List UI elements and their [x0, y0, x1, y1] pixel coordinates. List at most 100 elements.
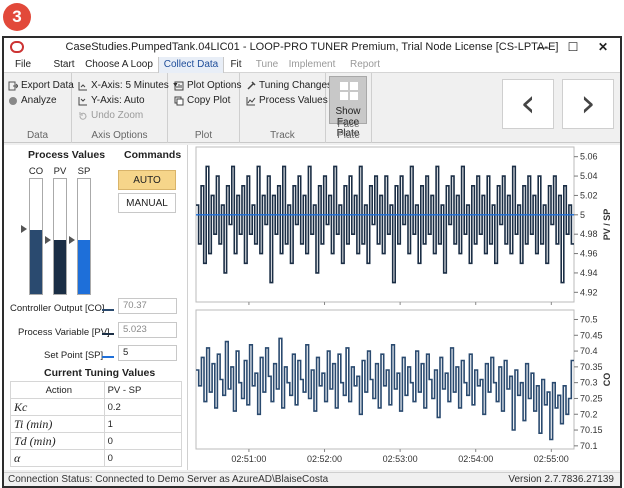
faceplate-panel: Process Values Commands CO PV SP AUTO MA… — [4, 145, 188, 470]
connection-status: Connection Status: Connected to Demo Ser… — [8, 474, 329, 485]
y-tick-label: 70.25 — [580, 393, 603, 403]
group-label-track: Track — [270, 130, 295, 141]
undo-zoom-label: Undo Zoom — [91, 110, 144, 121]
sp-bar-fill — [78, 239, 90, 294]
co-value-field[interactable]: 70.37 — [118, 298, 177, 314]
y-tick-label: 5 — [580, 210, 585, 220]
undo-icon — [79, 111, 87, 120]
show-face-plate-button[interactable]: Show Face Plate — [329, 76, 367, 139]
y-tick-label: 70.3 — [580, 378, 598, 388]
x-axis-icon — [78, 81, 87, 90]
x-axis-dropdown[interactable]: X-Axis: 5 Minutes ▼ — [78, 80, 179, 91]
process-values-title: Process Values — [28, 149, 106, 161]
plot-options-button[interactable]: Plot Options — [174, 80, 241, 91]
tuning-value[interactable]: 0 — [103, 449, 183, 467]
y-tick-label: 70.45 — [580, 330, 603, 340]
menu-implement[interactable]: Implement — [286, 57, 338, 73]
group-label-face-plate: Face Plate — [337, 119, 360, 141]
app-window: CaseStudies.PumpedTank.04LIC01 - LOOP-PR… — [2, 36, 622, 488]
export-icon — [8, 81, 18, 90]
pv-bar-fill — [54, 239, 66, 294]
co-bar — [29, 178, 43, 295]
x-tick-label: 02:52:00 — [307, 454, 342, 464]
tuning-value[interactable]: 1 — [103, 415, 183, 433]
next-arrow-button[interactable]: › — [562, 79, 614, 129]
tuning-value[interactable]: 0 — [103, 432, 183, 450]
y-tick-label: 5.06 — [580, 152, 598, 162]
tuning-param: Kc — [10, 398, 105, 416]
y-tick-label: 70.4 — [580, 346, 598, 356]
tuning-row: Ti (min) 1 — [10, 415, 183, 433]
plot-options-label: Plot Options — [187, 80, 242, 91]
menu-fit[interactable]: Fit — [224, 57, 248, 73]
tuning-changes-button[interactable]: Tuning Changes — [246, 80, 332, 91]
group-label-axis-options: Axis Options — [91, 130, 148, 141]
version-label: Version 2.7.7836.27139 — [508, 474, 614, 485]
tuning-header-row: Action PV - SP — [10, 381, 183, 399]
process-values-button[interactable]: Process Values — [246, 95, 328, 106]
trend-icon — [246, 96, 256, 105]
analyze-button[interactable]: Analyze — [8, 95, 57, 106]
face-plate-icon — [340, 82, 358, 100]
tuning-header-pv-sp: PV - SP — [103, 381, 183, 399]
ribbon-group-axis-options: X-Axis: 5 Minutes ▼ Y-Axis: Auto Undo Zo… — [72, 73, 179, 143]
sp-legend-line — [102, 356, 114, 358]
pv-marker-icon — [45, 236, 51, 244]
export-data-button[interactable]: Export Data — [8, 80, 74, 91]
undo-zoom-button[interactable]: Undo Zoom — [78, 110, 143, 121]
pv-value-field[interactable]: 5.023 — [118, 322, 177, 338]
tuning-table: Action PV - SP Kc 0.2 Ti (min) 1 Td (min… — [10, 381, 183, 467]
tuning-row: Td (min) 0 — [10, 432, 183, 450]
minimize-icon[interactable]: — — [528, 39, 558, 55]
menu-tune[interactable]: Tune — [252, 57, 282, 73]
co-marker-icon — [21, 225, 27, 234]
y-tick-label: 70.1 — [580, 441, 598, 451]
previous-arrow-button[interactable]: ‹ — [502, 79, 554, 129]
tuning-param: Ti (min) — [10, 415, 105, 433]
title-bar: CaseStudies.PumpedTank.04LIC01 - LOOP-PR… — [4, 38, 620, 57]
tuning-header-action: Action — [10, 381, 105, 399]
y-tick-label: 5.04 — [580, 171, 598, 181]
auto-button[interactable]: AUTO — [118, 170, 176, 190]
copy-plot-label: Copy Plot — [187, 95, 231, 106]
close-icon[interactable]: ✕ — [588, 39, 618, 55]
x-tick-label: 02:54:00 — [458, 454, 493, 464]
menu-report[interactable]: Report — [346, 57, 384, 73]
manual-button[interactable]: MANUAL — [118, 193, 176, 213]
trend-charts: 4.92 4.94 4.96 4.98 5 5.02 5.04 5.06 PV / SP 70.1… — [190, 145, 620, 470]
y-axis-label: Y-Axis: Auto — [91, 95, 145, 106]
menu-collect-data[interactable]: Collect Data — [158, 57, 224, 73]
trend-charts-svg[interactable]: 4.92 4.94 4.96 4.98 5 5.02 5.04 5.06 PV / SP 70.1… — [190, 145, 620, 470]
y-axis-icon — [78, 96, 87, 105]
sp-field-label: Set Point [SP] — [44, 350, 104, 361]
tuning-param: α — [10, 449, 105, 467]
show-label: Show — [335, 106, 361, 117]
analyze-icon — [9, 96, 17, 105]
analyze-label: Analyze — [21, 95, 57, 106]
y-tick-label: 4.94 — [580, 268, 598, 278]
ribbon-group-data: Export Data Analyze Data — [4, 73, 74, 143]
tuning-changes-label: Tuning Changes — [259, 80, 333, 91]
menu-choose-a-loop[interactable]: Choose A Loop — [84, 57, 154, 73]
y-tick-label: 70.15 — [580, 425, 603, 435]
sp-value-input[interactable]: 5 — [118, 345, 177, 361]
group-label-data: Data — [26, 130, 49, 141]
y-tick-label: 5.02 — [580, 190, 598, 200]
ribbon-group-plot: Plot Options Copy Plot Plot — [168, 73, 241, 143]
y-tick-label: 70.2 — [580, 409, 598, 419]
menu-start[interactable]: Start — [48, 57, 80, 73]
tuning-value[interactable]: 0.2 — [103, 398, 183, 416]
y-axis-button[interactable]: Y-Axis: Auto — [78, 95, 145, 106]
group-label-plot: Plot — [194, 130, 213, 141]
copy-plot-button[interactable]: Copy Plot — [174, 95, 230, 106]
y-axis-label: PV / SP — [602, 209, 612, 241]
ribbon-group-face-plate: Show Face Plate Face Plate — [326, 73, 372, 143]
commands-title: Commands — [124, 149, 182, 161]
sp-bar-label: SP — [77, 166, 91, 177]
tuning-row: α 0 — [10, 449, 183, 467]
ribbon-group-track: Tuning Changes Process Values Track — [240, 73, 332, 143]
co-field-label: Controller Output [CO] — [10, 303, 105, 314]
maximize-icon[interactable]: ☐ — [558, 39, 588, 55]
menu-file[interactable]: File — [8, 57, 38, 73]
tuning-param: Td (min) — [10, 432, 105, 450]
